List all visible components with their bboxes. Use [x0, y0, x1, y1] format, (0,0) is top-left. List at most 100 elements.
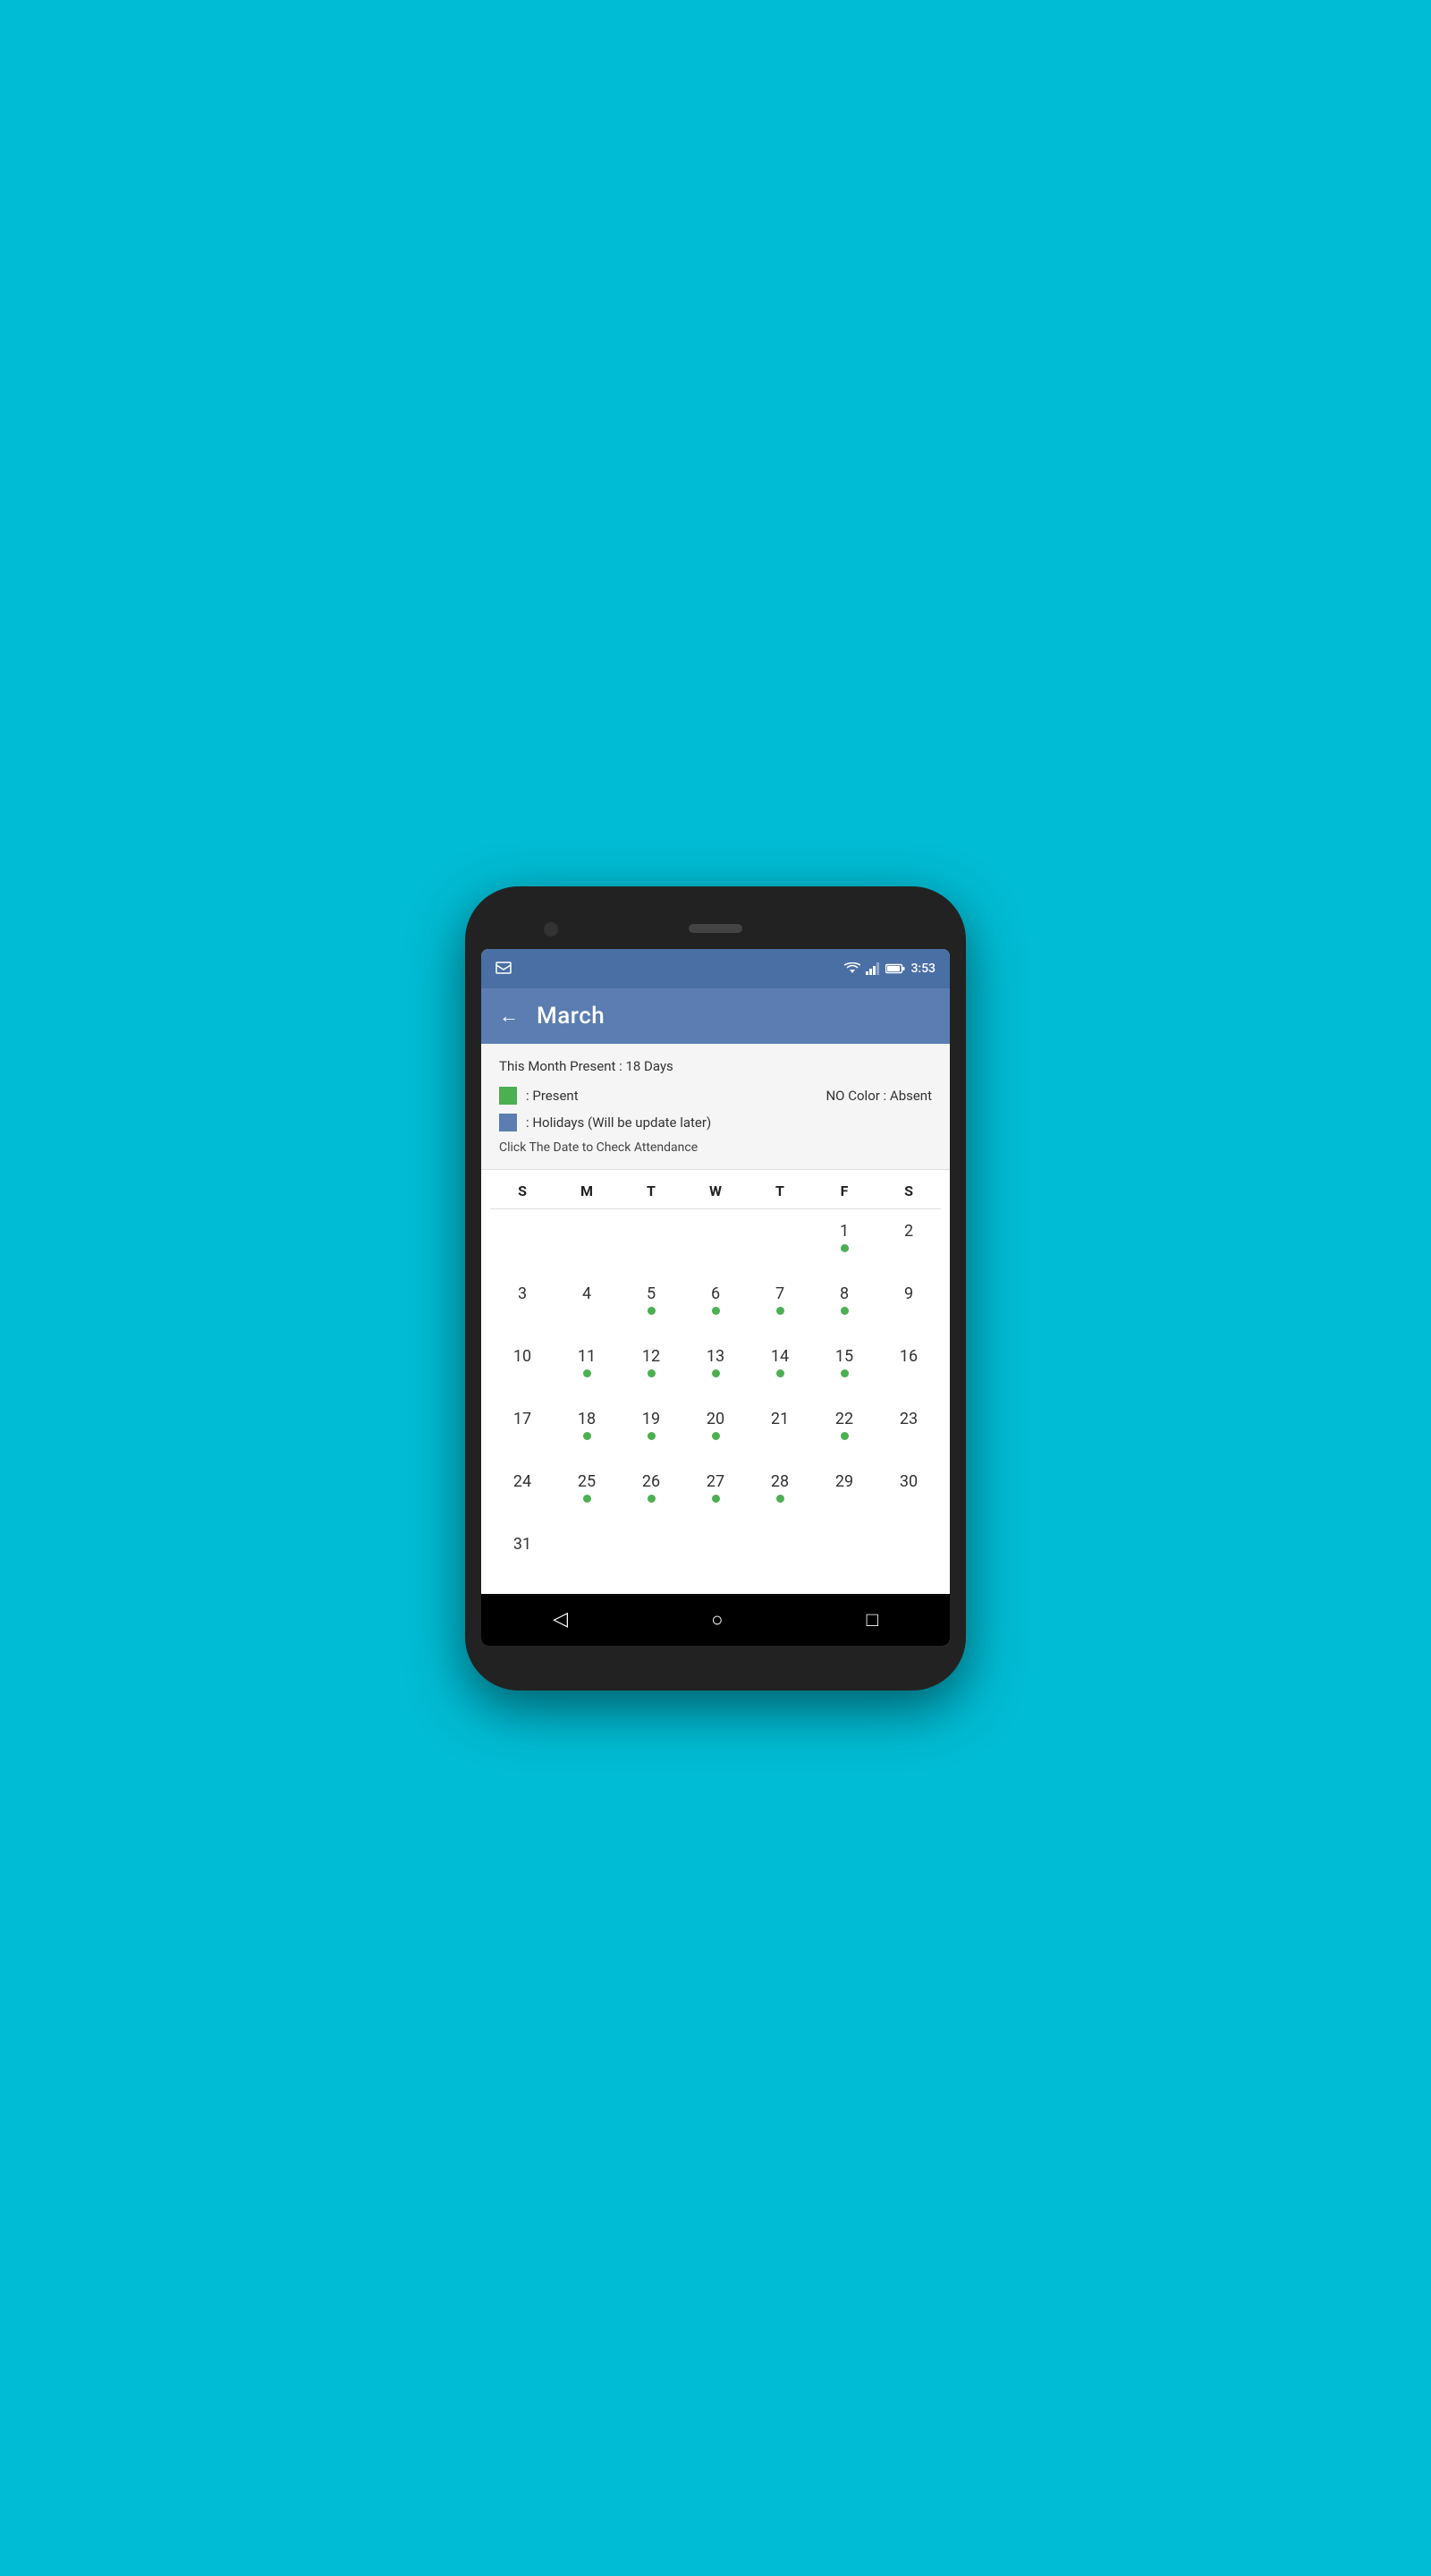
status-bar: 3:53: [481, 949, 950, 988]
calendar-cell[interactable]: 21: [748, 1397, 812, 1460]
calendar-cell[interactable]: 31: [490, 1522, 555, 1585]
holiday-color-box: [499, 1114, 517, 1131]
nav-back-button[interactable]: ◁: [553, 1608, 568, 1631]
attendance-dot: [648, 1495, 656, 1503]
phone-camera: [544, 922, 558, 936]
date-number: 19: [642, 1410, 660, 1428]
calendar-cell[interactable]: 13: [683, 1335, 748, 1397]
calendar-grid: 1234567891011121314151617181920212223242…: [490, 1209, 941, 1585]
calendar-cell[interactable]: 19: [619, 1397, 683, 1460]
calendar-cell[interactable]: 11: [555, 1335, 619, 1397]
calendar-cell[interactable]: 15: [812, 1335, 876, 1397]
attendance-dot: [583, 1432, 591, 1440]
date-number: 21: [771, 1410, 789, 1428]
attendance-dot: [712, 1495, 720, 1503]
phone-speaker: [689, 924, 742, 933]
info-section: This Month Present : 18 Days : Present N…: [481, 1044, 950, 1170]
attendance-dot: [648, 1307, 656, 1315]
date-number: 30: [900, 1472, 918, 1491]
calendar-cell: [683, 1522, 748, 1585]
day-header-cell: T: [748, 1182, 812, 1199]
back-button[interactable]: ←: [499, 1004, 519, 1028]
date-number: 12: [642, 1347, 660, 1366]
date-number: 24: [513, 1472, 531, 1491]
calendar-cell[interactable]: 17: [490, 1397, 555, 1460]
absent-legend-label: NO Color : Absent: [826, 1088, 932, 1104]
attendance-dot: [776, 1495, 784, 1503]
present-color-box: [499, 1087, 517, 1105]
date-number: 6: [711, 1284, 720, 1303]
attendance-dot: [583, 1495, 591, 1503]
attendance-dot: [648, 1369, 656, 1377]
calendar-cell[interactable]: 24: [490, 1460, 555, 1522]
holiday-legend-label: : Holidays (Will be update later): [526, 1114, 711, 1131]
date-number: 10: [513, 1347, 531, 1366]
attendance-dot: [712, 1307, 720, 1315]
calendar-cell[interactable]: 20: [683, 1397, 748, 1460]
nav-recent-button[interactable]: □: [867, 1608, 878, 1631]
date-number: 25: [578, 1472, 596, 1491]
attendance-dot: [841, 1244, 849, 1252]
date-number: 27: [707, 1472, 724, 1491]
date-number: 16: [900, 1347, 918, 1366]
calendar-cell[interactable]: 4: [555, 1272, 619, 1335]
calendar-cell: [812, 1522, 876, 1585]
calendar-cell[interactable]: 9: [876, 1272, 941, 1335]
calendar-cell[interactable]: 8: [812, 1272, 876, 1335]
date-number: 1: [840, 1222, 849, 1241]
attendance-dot: [776, 1369, 784, 1377]
calendar-cell[interactable]: 10: [490, 1335, 555, 1397]
calendar-cell[interactable]: 6: [683, 1272, 748, 1335]
calendar-header: SMTWTFS: [490, 1170, 941, 1209]
calendar-cell[interactable]: 30: [876, 1460, 941, 1522]
calendar-cell[interactable]: 12: [619, 1335, 683, 1397]
attendance-dot: [841, 1307, 849, 1315]
date-number: 31: [513, 1535, 531, 1554]
calendar-cell: [748, 1209, 812, 1272]
calendar-cell[interactable]: 16: [876, 1335, 941, 1397]
calendar-cell: [619, 1209, 683, 1272]
present-legend-label: : Present: [526, 1088, 579, 1104]
date-number: 17: [513, 1410, 531, 1428]
calendar-cell[interactable]: 18: [555, 1397, 619, 1460]
calendar-cell: [619, 1522, 683, 1585]
date-number: 3: [518, 1284, 527, 1303]
calendar-cell[interactable]: 29: [812, 1460, 876, 1522]
day-header-cell: S: [490, 1182, 555, 1199]
date-number: 8: [840, 1284, 849, 1303]
page-title: March: [537, 1003, 605, 1030]
calendar-cell[interactable]: 5: [619, 1272, 683, 1335]
calendar-cell: [683, 1209, 748, 1272]
date-number: 18: [578, 1410, 596, 1428]
calendar-cell[interactable]: 23: [876, 1397, 941, 1460]
attendance-dot: [712, 1432, 720, 1440]
date-number: 14: [771, 1347, 789, 1366]
calendar-cell[interactable]: 2: [876, 1209, 941, 1272]
calendar-cell[interactable]: 14: [748, 1335, 812, 1397]
phone-bottom-bar: [481, 1646, 950, 1664]
calendar-cell[interactable]: 3: [490, 1272, 555, 1335]
calendar-cell[interactable]: 28: [748, 1460, 812, 1522]
attendance-dot: [776, 1307, 784, 1315]
day-header-cell: M: [555, 1182, 619, 1199]
date-number: 9: [904, 1284, 913, 1303]
attendance-dot: [841, 1432, 849, 1440]
calendar-cell: [490, 1209, 555, 1272]
calendar-cell: [555, 1522, 619, 1585]
calendar-cell[interactable]: 7: [748, 1272, 812, 1335]
attendance-dot: [841, 1369, 849, 1377]
calendar-cell[interactable]: 27: [683, 1460, 748, 1522]
attendance-dot: [712, 1369, 720, 1377]
calendar-cell[interactable]: 26: [619, 1460, 683, 1522]
calendar-cell[interactable]: 25: [555, 1460, 619, 1522]
attendance-dot: [648, 1432, 656, 1440]
phone-outer: 3:53 ← March This Month Present : 18 Day…: [465, 886, 966, 1690]
calendar-cell[interactable]: 22: [812, 1397, 876, 1460]
date-number: 7: [775, 1284, 784, 1303]
calendar-cell[interactable]: 1: [812, 1209, 876, 1272]
nav-home-button[interactable]: ○: [711, 1608, 723, 1631]
date-number: 13: [707, 1347, 724, 1366]
signal-icon: [866, 962, 880, 975]
date-number: 26: [642, 1472, 660, 1491]
calendar-section: SMTWTFS 12345678910111213141516171819202…: [481, 1170, 950, 1594]
